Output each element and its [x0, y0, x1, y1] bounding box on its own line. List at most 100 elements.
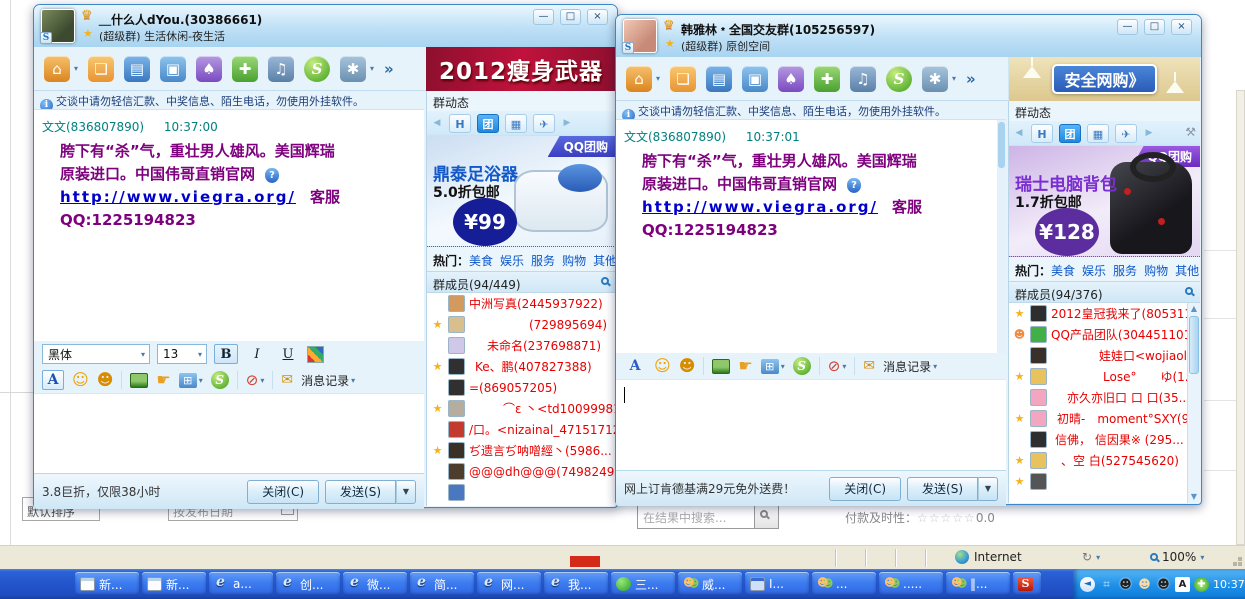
maximize-button[interactable]: □	[560, 9, 581, 25]
message-link[interactable]: http://www.viegra.org/	[642, 198, 878, 216]
footer-promo-text[interactable]: 网上订肯德基满29元免外送费！	[624, 480, 823, 497]
chevron-down-icon[interactable]: ▾	[933, 362, 937, 371]
protected-mode-control[interactable]: ↻▾	[1082, 550, 1100, 564]
close-chat-button[interactable]: 关闭(C)	[829, 477, 901, 501]
scroll-down-icon[interactable]: ▼	[1188, 491, 1200, 503]
wrench-icon[interactable]: ⚒	[1185, 125, 1196, 139]
minimize-button[interactable]: —	[1117, 19, 1138, 35]
send-button[interactable]: 发送(S)	[907, 477, 978, 501]
group-avatar[interactable]: S	[623, 19, 657, 53]
send-image-icon[interactable]	[712, 359, 730, 374]
qq-show-icon[interactable]: S	[793, 357, 811, 375]
chat-message-area[interactable]: 文文(836807890) 10:37:00 胯下有“杀”气，重壮男人雄风。美国…	[34, 109, 424, 341]
taskbar-button[interactable]: 三...	[611, 572, 675, 596]
group-album-icon[interactable]: ▤	[124, 56, 150, 82]
member-row[interactable]: ★ Ke、鹏(407827388)	[427, 356, 616, 377]
sidebar-tab[interactable]: ◀	[431, 114, 443, 133]
send-options-arrow[interactable]: ▼	[396, 480, 416, 504]
member-row[interactable]: 娃娃口<wojiaol...	[1009, 345, 1200, 366]
results-search-box[interactable]: 在结果中搜索...	[637, 505, 779, 529]
font-color-icon[interactable]	[307, 346, 324, 363]
block-message-icon[interactable]: ⊘	[246, 373, 259, 388]
share-folder-icon[interactable]: ❏	[88, 56, 114, 82]
close-icon[interactable]: ×	[1171, 19, 1192, 35]
chevron-down-icon[interactable]: ▾	[781, 362, 785, 371]
sidebar-tab[interactable]: H	[1031, 124, 1053, 143]
group-avatar[interactable]: S	[41, 9, 75, 43]
taskbar-button[interactable]: a...	[209, 572, 273, 596]
member-row[interactable]: =(869057205)	[427, 377, 616, 398]
member-search-icon[interactable]	[1185, 287, 1193, 295]
create-chat-icon[interactable]: ✚	[232, 56, 258, 82]
chevron-down-icon[interactable]: ▾	[656, 74, 660, 83]
home-icon[interactable]: ⌂	[626, 66, 652, 92]
maximize-button[interactable]: □	[1144, 19, 1165, 35]
italic-button[interactable]: I	[245, 344, 269, 364]
voice-chat-icon[interactable]: ♫	[268, 56, 294, 82]
member-list[interactable]: 中洲写真(2445937922) ★ (729895694) 未命名(23769…	[427, 293, 616, 506]
scroll-up-icon[interactable]: ▲	[1188, 303, 1200, 315]
shake-window-icon[interactable]: ☛	[738, 358, 752, 374]
taskbar-button[interactable]: 新...	[142, 572, 206, 596]
chevron-down-icon[interactable]: ▾	[351, 376, 355, 385]
message-history-label[interactable]: 消息记录	[301, 372, 349, 389]
video-icon[interactable]: ▣	[160, 56, 186, 82]
chat-scrollbar[interactable]	[997, 120, 1006, 353]
member-row[interactable]: ★ (729895694)	[427, 314, 616, 335]
taskbar-button[interactable]	[1013, 572, 1041, 596]
footer-promo-text[interactable]: 3.8巨折，仅限38小时	[42, 483, 241, 500]
member-row[interactable]: ★ 、空 白(527545620)	[1009, 450, 1200, 471]
chevron-down-icon[interactable]: ▾	[260, 376, 264, 385]
minimize-button[interactable]: —	[533, 9, 554, 25]
window-titlebar[interactable]: S ♛ ＿什么人dYou.(30386661) ★ (超级群) 生活休闲-夜生活…	[34, 5, 617, 47]
group-album-icon[interactable]: ▤	[706, 66, 732, 92]
magic-emoticon-icon[interactable]: ☻	[97, 372, 114, 388]
chevron-down-icon[interactable]: ▾	[74, 64, 78, 73]
taskbar-button[interactable]: .....	[879, 572, 943, 596]
sidebar-tab[interactable]: ◀	[1013, 124, 1025, 143]
shake-window-icon[interactable]: ☛	[156, 372, 170, 388]
hot-link[interactable]: 娱乐	[500, 254, 524, 268]
sidebar-ad[interactable]: QQ团购 鼎泰足浴器 5.0折包邮 ¥99	[427, 135, 616, 247]
member-row[interactable]: ★ ぢ遗言ぢ呐噌經丶(5986...	[427, 440, 616, 461]
chevron-down-icon[interactable]: ▾	[199, 376, 203, 385]
hot-link[interactable]: 服务	[531, 254, 555, 268]
security-tray-icon[interactable]: ✚	[1194, 577, 1209, 592]
game-icon[interactable]: ♠	[778, 66, 804, 92]
hot-link[interactable]: 服务	[1113, 264, 1137, 278]
member-row[interactable]: ★	[1009, 471, 1200, 492]
sidebar-ad[interactable]: QQ团购 瑞士电脑背包 1.7折包邮 ¥128	[1009, 145, 1200, 257]
chevron-down-icon[interactable]: ▾	[952, 74, 956, 83]
member-row[interactable]: 亦久亦旧口 口 口(35...	[1009, 387, 1200, 408]
search-input[interactable]: 在结果中搜索...	[638, 509, 754, 526]
qq-tray-icon[interactable]: ☻	[1118, 577, 1133, 592]
font-panel-button[interactable]: A	[624, 356, 646, 376]
font-panel-button[interactable]: A	[42, 370, 64, 390]
video-icon[interactable]: ▣	[742, 66, 768, 92]
member-row[interactable]: @@@dh@@@(749824912)	[427, 461, 616, 482]
settings-icon[interactable]: ✱	[922, 66, 948, 92]
create-chat-icon[interactable]: ✚	[814, 66, 840, 92]
qq-show-icon[interactable]: S	[211, 371, 229, 389]
bold-button[interactable]: B	[214, 344, 238, 364]
settings-icon[interactable]: ✱	[340, 56, 366, 82]
member-row[interactable]: /口。<nizainal_47151712...	[427, 419, 616, 440]
qzone-icon[interactable]: S	[304, 56, 330, 82]
sidebar-tab[interactable]: ▦	[505, 114, 527, 133]
hot-link[interactable]: 其他	[1175, 264, 1199, 278]
send-image-icon[interactable]	[130, 373, 148, 388]
magic-emoticon-icon[interactable]: ☻	[679, 358, 696, 374]
banner-ad[interactable]: 安全网购》	[1008, 57, 1200, 101]
font-family-select[interactable]: 黑体▾	[42, 344, 150, 364]
taskbar-button[interactable]: 我...	[544, 572, 608, 596]
qq-tray-icon[interactable]: ☻	[1156, 577, 1171, 592]
member-row[interactable]	[427, 482, 616, 503]
chevron-down-icon[interactable]: ▾	[842, 362, 846, 371]
sidebar-tab[interactable]: H	[449, 114, 471, 133]
chevron-down-icon[interactable]: ▾	[370, 64, 374, 73]
member-search-icon[interactable]	[601, 277, 609, 285]
emoticon-icon[interactable]: ☺	[72, 372, 89, 388]
game-icon[interactable]: ♠	[196, 56, 222, 82]
sidebar-tab[interactable]: ✈	[1115, 124, 1137, 143]
hot-link[interactable]: 购物	[562, 254, 586, 268]
